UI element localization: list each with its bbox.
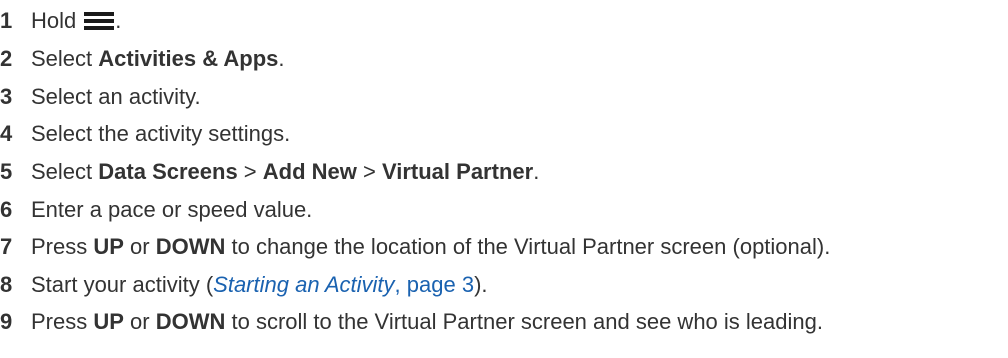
link-separator[interactable]: , [395,272,407,297]
step-6: 6 Enter a pace or speed value. [0,195,312,225]
step-text-part: Select [31,159,99,184]
step-text: Select Data Screens > Add New > Virtual … [31,157,539,187]
step-text-part: Select an activity. [31,84,201,109]
step-text: Select the activity settings. [31,119,290,149]
down-key-label: DOWN [155,234,226,259]
step-text: Press UP or DOWN to change the location … [31,232,830,262]
step-8: 8 Start your activity (Starting an Activ… [0,270,488,300]
up-key-label: UP [93,309,124,334]
step-text-part: Select [31,46,99,71]
step-text-part: Hold [31,8,77,33]
step-number: 8 [0,272,13,297]
activities-apps-label: Activities & Apps [98,46,279,71]
step-text-part: to change the location of the Virtual Pa… [225,234,831,259]
data-screens-label: Data Screens [98,159,238,184]
step-text-part: Start your activity ( [31,272,214,297]
step-number: 1 [0,8,13,33]
step-text-part: Press [31,309,94,334]
virtual-partner-label: Virtual Partner [381,159,534,184]
step-number: 9 [0,309,13,334]
step-text: Select an activity. [31,82,201,112]
step-number: 2 [0,46,13,71]
step-text: Enter a pace or speed value. [31,195,312,225]
step-text: Hold . [31,6,121,36]
step-text: Start your activity (Starting an Activit… [31,270,488,300]
step-text-part: or [123,309,156,334]
step-text-part: > [356,159,382,184]
up-key-label: UP [93,234,124,259]
step-number: 6 [0,197,13,222]
step-text: Select Activities & Apps . [31,44,285,74]
step-text-part: Enter a pace or speed value. [31,197,313,222]
step-text-part: to scroll to the Virtual Partner screen … [225,309,823,334]
step-text-part: or [123,234,156,259]
add-new-label: Add New [262,159,357,184]
step-number: 4 [0,121,13,146]
step-number: 7 [0,234,13,259]
link-page[interactable]: page 3 [407,272,474,297]
step-3: 3 Select an activity. [0,82,201,112]
step-9: 9 Press UP or DOWN to scroll to the Virt… [0,307,823,337]
step-number: 5 [0,159,13,184]
step-7: 7 Press UP or DOWN to change the locatio… [0,232,830,262]
step-5: 5 Select Data Screens > Add New > Virtua… [0,157,539,187]
step-text-part: . [278,46,285,71]
step-text: Press UP or DOWN to scroll to the Virtua… [31,307,823,337]
down-key-label: DOWN [155,309,226,334]
step-text-part: Select the activity settings. [31,121,291,146]
step-text-part: ). [474,272,488,297]
step-2: 2 Select Activities & Apps . [0,44,285,74]
step-text-part: > [237,159,263,184]
menu-icon [84,12,115,30]
step-1: 1 Hold . [0,6,121,36]
step-text-part: . [533,159,540,184]
step-text-part: Press [31,234,94,259]
step-text-part: . [115,8,122,33]
link-title[interactable]: Starting an Activity [213,272,394,297]
step-number: 3 [0,84,13,109]
step-4: 4 Select the activity settings. [0,119,290,149]
starting-an-activity-link[interactable]: Starting an Activity, page 3 [213,270,474,300]
